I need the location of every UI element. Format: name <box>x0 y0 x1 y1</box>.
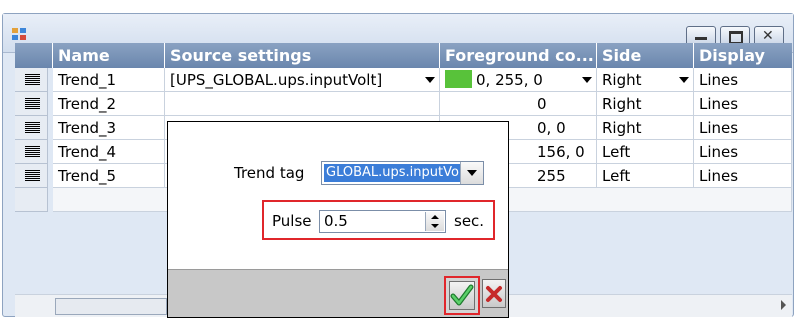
trend-tag-label: Trend tag <box>234 164 305 182</box>
row-header-icon <box>25 146 40 158</box>
source-settings-editor: Trend tag GLOBAL.ups.inputVolt Pulse 0.5… <box>167 121 509 318</box>
pulse-unit: sec. <box>454 212 485 230</box>
cell-display[interactable]: Lines <box>694 68 792 92</box>
scroll-right-icon[interactable] <box>781 300 786 310</box>
trend-tag-combo[interactable]: GLOBAL.ups.inputVolt <box>321 161 484 185</box>
cell-display[interactable]: Lines <box>694 140 792 164</box>
row-header-icon <box>25 122 40 134</box>
spin-up-icon[interactable] <box>431 215 439 219</box>
row-header[interactable] <box>15 140 48 164</box>
cell-side[interactable]: Right <box>597 68 694 92</box>
pulse-spin-buttons[interactable] <box>425 212 444 231</box>
column-header-foreground[interactable]: Foreground co... <box>440 43 597 68</box>
cell-name[interactable]: Trend_2 <box>53 92 165 116</box>
cell-source[interactable] <box>165 92 440 116</box>
cell-source[interactable]: [UPS_GLOBAL.ups.inputVolt] <box>165 68 440 92</box>
dropdown-arrow-icon[interactable] <box>582 77 592 83</box>
pulse-label: Pulse <box>272 212 312 230</box>
column-header-name[interactable]: Name <box>53 43 165 68</box>
row-header-icon <box>25 98 40 110</box>
trend-tag-input[interactable]: GLOBAL.ups.inputVolt <box>324 164 461 182</box>
column-header-source[interactable]: Source settings <box>165 43 440 68</box>
row-header[interactable] <box>15 92 48 116</box>
cell-side[interactable]: Right <box>597 116 694 140</box>
pulse-input[interactable]: 0.5 <box>324 212 348 230</box>
row-header[interactable] <box>15 68 48 92</box>
row-header[interactable] <box>15 116 48 140</box>
color-swatch <box>445 70 472 88</box>
row-header[interactable] <box>15 188 48 212</box>
cell-side[interactable]: Left <box>597 140 694 164</box>
row-header-icon <box>25 170 40 182</box>
cell-side[interactable]: Right <box>597 92 694 116</box>
table-row[interactable]: Trend_2 0 Right Lines <box>15 92 792 116</box>
ok-button[interactable] <box>444 276 480 315</box>
minimize-icon <box>695 37 707 40</box>
corner-header <box>15 43 53 68</box>
cell-display[interactable]: Lines <box>694 116 792 140</box>
ok-button-face[interactable] <box>449 281 475 310</box>
foreground-value: 0, 255, 0 <box>476 71 543 89</box>
app-icon <box>12 28 28 42</box>
column-header-side[interactable]: Side <box>597 43 694 68</box>
cell-foreground[interactable]: 0, 255, 0 <box>440 68 597 92</box>
dropdown-arrow-icon[interactable] <box>425 77 435 83</box>
cell-name[interactable]: Trend_4 <box>53 140 165 164</box>
spin-down-icon[interactable] <box>431 224 439 228</box>
cell-name[interactable]: Trend_5 <box>53 164 165 188</box>
side-value: Right <box>602 71 642 89</box>
trend-tag-dropdown-button[interactable] <box>460 162 483 184</box>
row-header[interactable] <box>15 164 48 188</box>
row-header-icon <box>25 74 40 86</box>
source-value: [UPS_GLOBAL.ups.inputVolt] <box>170 71 383 89</box>
cell-foreground[interactable]: 0 <box>440 92 597 116</box>
table-row[interactable]: Trend_1 [UPS_GLOBAL.ups.inputVolt] 0, 25… <box>15 68 792 92</box>
cancel-button[interactable] <box>482 279 506 308</box>
dropdown-arrow-icon <box>467 170 477 176</box>
cell-display[interactable]: Lines <box>694 92 792 116</box>
cancel-x-icon <box>486 286 502 302</box>
pulse-stepper[interactable]: 0.5 <box>319 210 446 233</box>
dropdown-arrow-icon[interactable] <box>679 77 689 83</box>
cell-display[interactable]: Lines <box>694 164 792 188</box>
cell-name[interactable]: Trend_1 <box>53 68 165 92</box>
scroll-thumb[interactable] <box>55 298 167 315</box>
checkmark-icon <box>450 284 474 306</box>
cell-side[interactable]: Left <box>597 164 694 188</box>
cell-name[interactable]: Trend_3 <box>53 116 165 140</box>
column-header-display[interactable]: Display <box>694 43 792 68</box>
